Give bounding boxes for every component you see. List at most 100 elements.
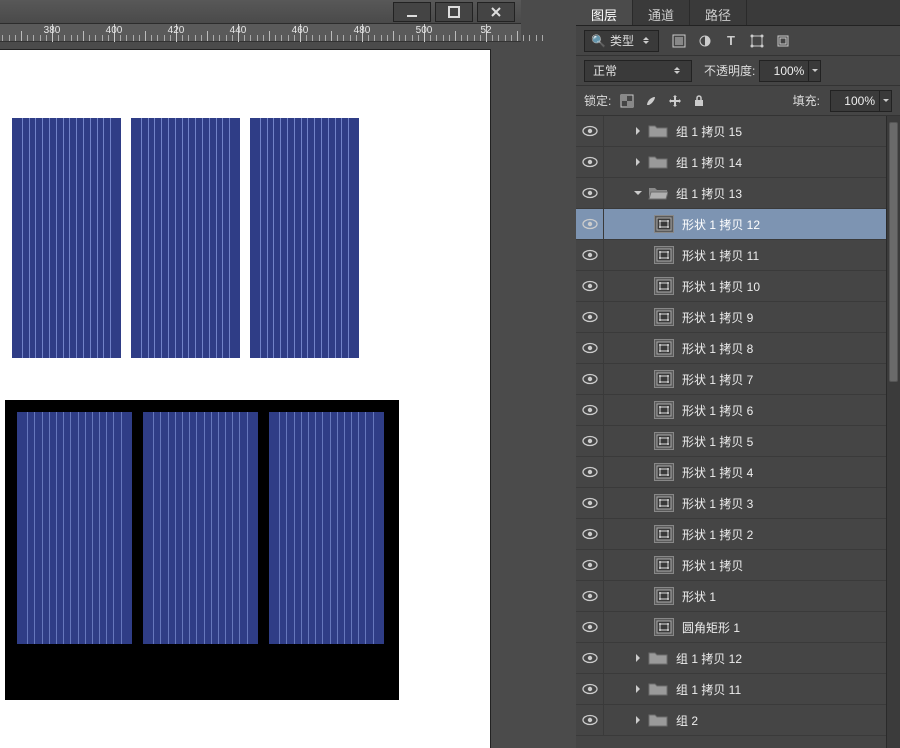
disclosure-down-icon[interactable]: [632, 187, 644, 199]
filter-smart-icon[interactable]: [773, 31, 793, 51]
layer-filter-dropdown[interactable]: 🔍 类型: [584, 30, 659, 52]
fill-value[interactable]: 100%: [830, 90, 880, 112]
layer-shape-row[interactable]: 形状 1 拷贝 6: [576, 395, 886, 426]
layer-name[interactable]: 组 1 拷贝 11: [676, 681, 741, 698]
tab-channels[interactable]: 通道: [633, 0, 690, 25]
visibility-eye-icon[interactable]: [576, 209, 604, 239]
layer-shape-row[interactable]: 形状 1 拷贝 7: [576, 364, 886, 395]
layer-name[interactable]: 组 1 拷贝 13: [676, 185, 742, 202]
visibility-eye-icon[interactable]: [576, 519, 604, 549]
visibility-eye-icon[interactable]: [576, 333, 604, 363]
tab-layers[interactable]: 图层: [576, 0, 633, 25]
layer-name[interactable]: 组 1 拷贝 12: [676, 650, 742, 667]
visibility-eye-icon[interactable]: [576, 147, 604, 177]
visibility-eye-icon[interactable]: [576, 674, 604, 704]
layer-name[interactable]: 形状 1 拷贝 7: [682, 371, 753, 388]
tab-paths[interactable]: 路径: [690, 0, 747, 25]
window-titlebar[interactable]: [0, 0, 521, 24]
filter-type-icon[interactable]: T: [721, 31, 741, 51]
layer-name[interactable]: 形状 1 拷贝: [682, 557, 743, 574]
shape-cell[interactable]: [17, 412, 132, 644]
visibility-eye-icon[interactable]: [576, 550, 604, 580]
visibility-eye-icon[interactable]: [576, 705, 604, 735]
layer-group-row[interactable]: 组 1 拷贝 14: [576, 147, 886, 178]
layer-name[interactable]: 形状 1 拷贝 9: [682, 309, 753, 326]
visibility-eye-icon[interactable]: [576, 426, 604, 456]
layer-shape-row[interactable]: 形状 1 拷贝: [576, 550, 886, 581]
filter-shape-icon[interactable]: [747, 31, 767, 51]
lock-transparency-icon[interactable]: [617, 91, 637, 111]
layer-group-row[interactable]: 组 1 拷贝 13: [576, 178, 886, 209]
layer-shape-row[interactable]: 形状 1 拷贝 10: [576, 271, 886, 302]
document-canvas[interactable]: [0, 50, 490, 748]
layer-name[interactable]: 形状 1 拷贝 10: [682, 278, 760, 295]
visibility-eye-icon[interactable]: [576, 364, 604, 394]
layer-shape-row[interactable]: 圆角矩形 1: [576, 612, 886, 643]
shape-frame[interactable]: [5, 400, 399, 700]
layer-shape-row[interactable]: 形状 1 拷贝 4: [576, 457, 886, 488]
layer-shape-row[interactable]: 形状 1 拷贝 8: [576, 333, 886, 364]
layer-name[interactable]: 组 2: [676, 712, 698, 729]
shape-panel[interactable]: [131, 118, 240, 358]
layer-shape-row[interactable]: 形状 1 拷贝 11: [576, 240, 886, 271]
lock-paint-icon[interactable]: [641, 91, 661, 111]
window-minimize-button[interactable]: [393, 2, 431, 22]
visibility-eye-icon[interactable]: [576, 271, 604, 301]
filter-pixel-icon[interactable]: [669, 31, 689, 51]
visibility-eye-icon[interactable]: [576, 612, 604, 642]
lock-move-icon[interactable]: [665, 91, 685, 111]
opacity-dropdown-button[interactable]: [809, 60, 821, 82]
shape-cell[interactable]: [269, 412, 384, 644]
layer-group-row[interactable]: 组 1 拷贝 12: [576, 643, 886, 674]
opacity-value[interactable]: 100%: [759, 60, 809, 82]
layer-name[interactable]: 形状 1 拷贝 4: [682, 464, 753, 481]
canvas-viewport[interactable]: [0, 42, 521, 748]
filter-adjust-icon[interactable]: [695, 31, 715, 51]
shape-cell[interactable]: [143, 412, 258, 644]
layer-shape-row[interactable]: 形状 1 拷贝 3: [576, 488, 886, 519]
visibility-eye-icon[interactable]: [576, 395, 604, 425]
visibility-eye-icon[interactable]: [576, 240, 604, 270]
layer-group-row[interactable]: 组 2: [576, 705, 886, 736]
layer-scrollbar[interactable]: [886, 116, 900, 748]
layer-shape-row[interactable]: 形状 1 拷贝 2: [576, 519, 886, 550]
layer-shape-row[interactable]: 形状 1 拷贝 12: [576, 209, 886, 240]
visibility-eye-icon[interactable]: [576, 302, 604, 332]
layer-tree[interactable]: 组 1 拷贝 15 组 1 拷贝 14 组 1 拷贝 13 形状 1 拷贝 12 形状 …: [576, 116, 886, 748]
layer-name[interactable]: 形状 1 拷贝 8: [682, 340, 753, 357]
blend-mode-dropdown[interactable]: 正常: [584, 60, 692, 82]
layer-shape-row[interactable]: 形状 1 拷贝 9: [576, 302, 886, 333]
layer-name[interactable]: 圆角矩形 1: [682, 619, 740, 636]
layer-group-row[interactable]: 组 1 拷贝 11: [576, 674, 886, 705]
layer-name[interactable]: 形状 1 拷贝 2: [682, 526, 753, 543]
scrollbar-thumb[interactable]: [889, 122, 898, 382]
visibility-eye-icon[interactable]: [576, 581, 604, 611]
window-maximize-button[interactable]: [435, 2, 473, 22]
horizontal-ruler[interactable]: 35038040042044046048050052: [0, 24, 521, 42]
shape-panel[interactable]: [250, 118, 359, 358]
visibility-eye-icon[interactable]: [576, 116, 604, 146]
fill-dropdown-button[interactable]: [880, 90, 892, 112]
layer-name[interactable]: 形状 1 拷贝 6: [682, 402, 753, 419]
disclosure-right-icon[interactable]: [632, 714, 644, 726]
layer-name[interactable]: 形状 1 拷贝 11: [682, 247, 759, 264]
visibility-eye-icon[interactable]: [576, 457, 604, 487]
layer-shape-row[interactable]: 形状 1 拷贝 5: [576, 426, 886, 457]
layer-name[interactable]: 组 1 拷贝 14: [676, 154, 742, 171]
layer-name[interactable]: 形状 1 拷贝 3: [682, 495, 753, 512]
layer-name[interactable]: 形状 1 拷贝 5: [682, 433, 753, 450]
window-close-button[interactable]: [477, 2, 515, 22]
visibility-eye-icon[interactable]: [576, 488, 604, 518]
visibility-eye-icon[interactable]: [576, 178, 604, 208]
layer-group-row[interactable]: 组 1 拷贝 15: [576, 116, 886, 147]
lock-all-icon[interactable]: [689, 91, 709, 111]
shape-panel[interactable]: [12, 118, 121, 358]
disclosure-right-icon[interactable]: [632, 156, 644, 168]
disclosure-right-icon[interactable]: [632, 125, 644, 137]
disclosure-right-icon[interactable]: [632, 683, 644, 695]
visibility-eye-icon[interactable]: [576, 643, 604, 673]
layer-name[interactable]: 形状 1: [682, 588, 716, 605]
disclosure-right-icon[interactable]: [632, 652, 644, 664]
layer-name[interactable]: 组 1 拷贝 15: [676, 123, 742, 140]
layer-shape-row[interactable]: 形状 1: [576, 581, 886, 612]
